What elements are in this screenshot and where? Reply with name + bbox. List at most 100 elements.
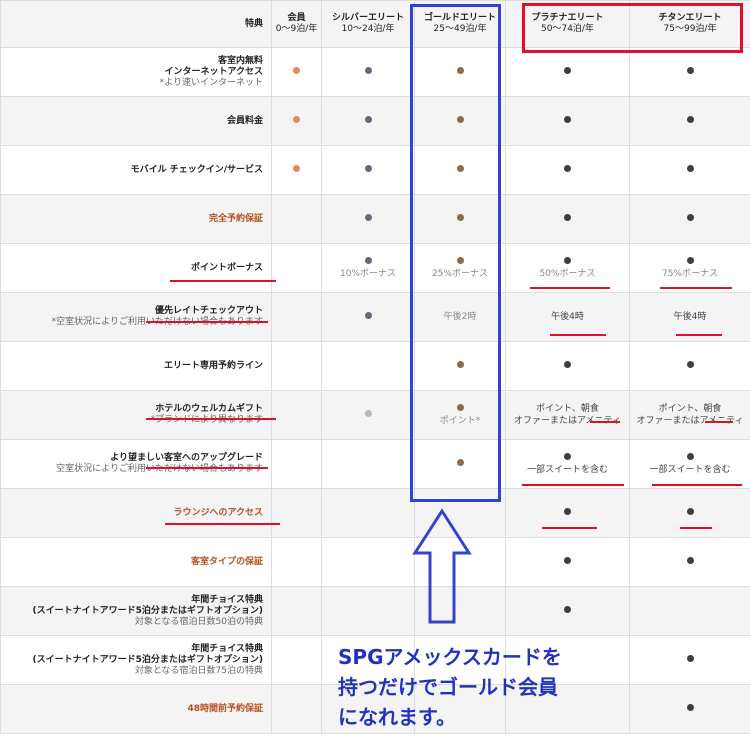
cell-silver bbox=[321, 390, 415, 440]
cell-platinum: 一部スイートを含む bbox=[505, 439, 630, 489]
check-dot-icon bbox=[686, 507, 694, 515]
check-dot-icon bbox=[686, 66, 694, 74]
cell-member bbox=[271, 684, 322, 734]
check-dot-icon bbox=[686, 556, 694, 564]
up-arrow-icon bbox=[412, 508, 472, 624]
check-dot-icon bbox=[564, 213, 571, 221]
check-dot-icon bbox=[686, 256, 694, 264]
cell-titanium bbox=[629, 635, 750, 685]
cell-silver bbox=[321, 96, 415, 146]
cell-platinum bbox=[505, 194, 630, 244]
row-label-welcome-gift: ホテルのウェルカムギフト *ブランドにより異なります bbox=[0, 390, 272, 440]
table-row: 客室タイプの保証 bbox=[0, 537, 750, 587]
row-label-lounge-access: ラウンジへのアクセス bbox=[0, 488, 272, 538]
row-label-room-type-guarantee: 客室タイプの保証 bbox=[0, 537, 272, 587]
underline-titanium-4pm bbox=[676, 334, 722, 336]
check-dot-icon bbox=[686, 360, 694, 368]
cell-platinum bbox=[505, 145, 630, 195]
cell-member bbox=[271, 96, 322, 146]
underline-welcome-gift bbox=[146, 418, 276, 420]
check-dot-icon bbox=[686, 452, 694, 460]
underline-titanium-bonus bbox=[660, 287, 732, 289]
row-label-room-upgrade: より望ましい客室へのアップグレード 空室状況によりご利用いただけない場合もあります bbox=[0, 439, 272, 489]
cell-platinum bbox=[505, 96, 630, 146]
cell-member bbox=[271, 537, 322, 587]
cell-member bbox=[271, 586, 322, 636]
cell-titanium bbox=[629, 47, 750, 97]
check-dot-icon bbox=[564, 115, 571, 123]
underline-platinum-4pm bbox=[550, 334, 606, 336]
check-dot-icon bbox=[686, 115, 694, 123]
cell-titanium bbox=[629, 537, 750, 587]
cell-member bbox=[271, 439, 322, 489]
cell-silver: 10%ボーナス bbox=[321, 243, 415, 293]
table-row: モバイル チェックイン/サービス bbox=[0, 145, 750, 195]
check-dot-icon bbox=[564, 605, 571, 613]
table-row: 年間チョイス特典 (スイートナイトアワード5泊分またはギフトオプション) 対象となる… bbox=[0, 586, 750, 636]
header-member: 会員 0〜9泊/年 bbox=[271, 0, 322, 48]
check-dot-icon bbox=[364, 256, 372, 264]
underline-platinum-bonus bbox=[530, 287, 610, 289]
check-dot-icon bbox=[686, 654, 694, 662]
cell-platinum bbox=[505, 537, 630, 587]
check-dot-icon bbox=[293, 66, 300, 74]
check-dot-icon bbox=[364, 311, 372, 319]
gold-elite-highlight-box bbox=[410, 4, 501, 502]
cell-titanium: 一部スイートを含む bbox=[629, 439, 750, 489]
row-label-member-rate: 会員料金 bbox=[0, 96, 272, 146]
check-dot-icon bbox=[564, 164, 571, 172]
header-benefits: 特典 bbox=[0, 0, 272, 48]
platinum-titanium-highlight-box bbox=[522, 3, 743, 53]
cell-silver bbox=[321, 488, 415, 538]
check-dot-icon bbox=[564, 556, 571, 564]
cell-member bbox=[271, 47, 322, 97]
cell-silver bbox=[321, 586, 415, 636]
check-dot-icon bbox=[293, 164, 300, 172]
table-row: ポイントボーナス 10%ボーナス 25%ボーナス 50%ボーナス 75%ボーナス bbox=[0, 243, 750, 293]
cell-titanium bbox=[629, 586, 750, 636]
cell-member bbox=[271, 390, 322, 440]
check-dot-icon bbox=[564, 66, 571, 74]
header-silver: シルバーエリート 10〜24泊/年 bbox=[321, 0, 415, 48]
table-row: より望ましい客室へのアップグレード 空室状況によりご利用いただけない場合もあります… bbox=[0, 439, 750, 489]
underline-titanium-breakfast bbox=[705, 421, 733, 423]
cell-platinum bbox=[505, 488, 630, 538]
check-dot-icon bbox=[364, 115, 372, 123]
caption-line-2: 持つだけでゴールド会員 bbox=[338, 675, 558, 699]
cell-member bbox=[271, 194, 322, 244]
check-dot-icon bbox=[293, 115, 300, 123]
table-row: ラウンジへのアクセス bbox=[0, 488, 750, 538]
check-dot-icon bbox=[364, 66, 372, 74]
cell-platinum: 50%ボーナス bbox=[505, 243, 630, 293]
underline-platinum-suite bbox=[522, 484, 624, 486]
underline-room-upgrade bbox=[146, 467, 268, 469]
check-dot-icon bbox=[686, 164, 694, 172]
cell-titanium: 75%ボーナス bbox=[629, 243, 750, 293]
check-dot-icon bbox=[564, 256, 571, 264]
cell-titanium bbox=[629, 488, 750, 538]
underline-titanium-suite bbox=[652, 484, 742, 486]
caption-line-3: になれます。 bbox=[338, 705, 456, 729]
cell-member bbox=[271, 243, 322, 293]
cell-platinum bbox=[505, 586, 630, 636]
cell-member bbox=[271, 488, 322, 538]
cell-titanium bbox=[629, 194, 750, 244]
row-label-annual-choice-50: 年間チョイス特典 (スイートナイトアワード5泊分またはギフトオプション) 対象となる… bbox=[0, 586, 272, 636]
cell-member bbox=[271, 635, 322, 685]
table-row: エリート専用予約ライン bbox=[0, 341, 750, 391]
cell-member bbox=[271, 292, 322, 342]
row-label-internet: 客室内無料 インターネットアクセス *より速いインターネット bbox=[0, 47, 272, 97]
cell-silver bbox=[321, 292, 415, 342]
check-dot-icon bbox=[364, 164, 372, 172]
table-row: 完全予約保証 bbox=[0, 194, 750, 244]
caption-line-1: SPGアメックスカードを bbox=[338, 645, 562, 669]
cell-titanium bbox=[629, 341, 750, 391]
row-label-48h-guarantee: 48時間前予約保証 bbox=[0, 684, 272, 734]
check-dot-icon bbox=[564, 507, 571, 515]
underline-points-bonus bbox=[170, 280, 276, 282]
table-row: 会員料金 bbox=[0, 96, 750, 146]
cell-silver bbox=[321, 194, 415, 244]
cell-silver bbox=[321, 439, 415, 489]
cell-member bbox=[271, 145, 322, 195]
cell-titanium bbox=[629, 145, 750, 195]
